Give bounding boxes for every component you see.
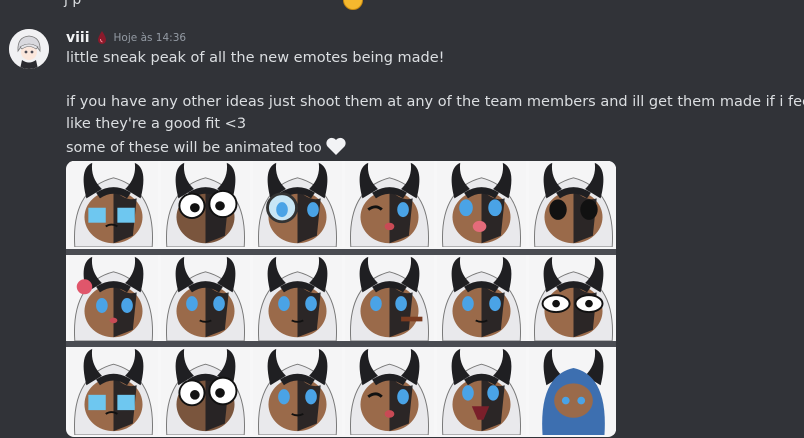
googly-eyes-2-emote-icon <box>161 347 250 435</box>
rose-emote-icon <box>69 255 158 341</box>
message-line-5-wrap: some of these will be animated too <box>66 136 347 158</box>
crying-2-emote-icon <box>69 347 158 435</box>
avatar[interactable] <box>9 29 49 69</box>
cigar-2-emote-icon <box>437 255 526 341</box>
username[interactable]: viii <box>66 30 90 46</box>
cigar-emote-icon <box>345 255 434 341</box>
message-line-4: like they're a good fit <3 <box>66 116 247 132</box>
blank-stare-emote-icon <box>529 161 616 247</box>
blanket-emote-icon <box>529 347 616 435</box>
smirk-emote-icon <box>253 347 342 435</box>
blood-drop-role-icon <box>97 31 106 44</box>
previous-message-text: j p <box>64 0 82 8</box>
smiley-emoji-icon <box>343 0 363 10</box>
shout-emote-icon <box>437 347 526 435</box>
emote-attachment-image[interactable] <box>66 161 616 437</box>
peek-emote-icon <box>161 255 250 341</box>
crying-emote-icon <box>69 161 158 247</box>
magnifier-emote-icon <box>253 161 342 247</box>
grid-row-separator <box>66 249 616 255</box>
message-line-3: if you have any other ideas just shoot t… <box>66 94 804 110</box>
wink-emote-icon <box>345 161 434 247</box>
message-line-1: little sneak peak of all the new emotes … <box>66 50 445 66</box>
message-header: viii Hoje às 14:36 <box>66 29 186 47</box>
timestamp: Hoje às 14:36 <box>113 32 187 44</box>
grid-row-separator <box>66 341 616 347</box>
dual-guns-emote-icon <box>345 347 434 435</box>
gun-emote-icon <box>253 255 342 341</box>
previous-message: j p <box>0 0 804 10</box>
message-line-5: some of these will be animated too <box>66 140 322 156</box>
tongue-emote-icon <box>437 161 526 247</box>
chat-message[interactable]: viii Hoje às 14:36 little sneak peak of … <box>0 22 804 438</box>
sweat-emote-icon <box>529 255 616 341</box>
white-heart-icon <box>326 137 346 155</box>
googly-eyes-emote-icon <box>161 161 250 247</box>
